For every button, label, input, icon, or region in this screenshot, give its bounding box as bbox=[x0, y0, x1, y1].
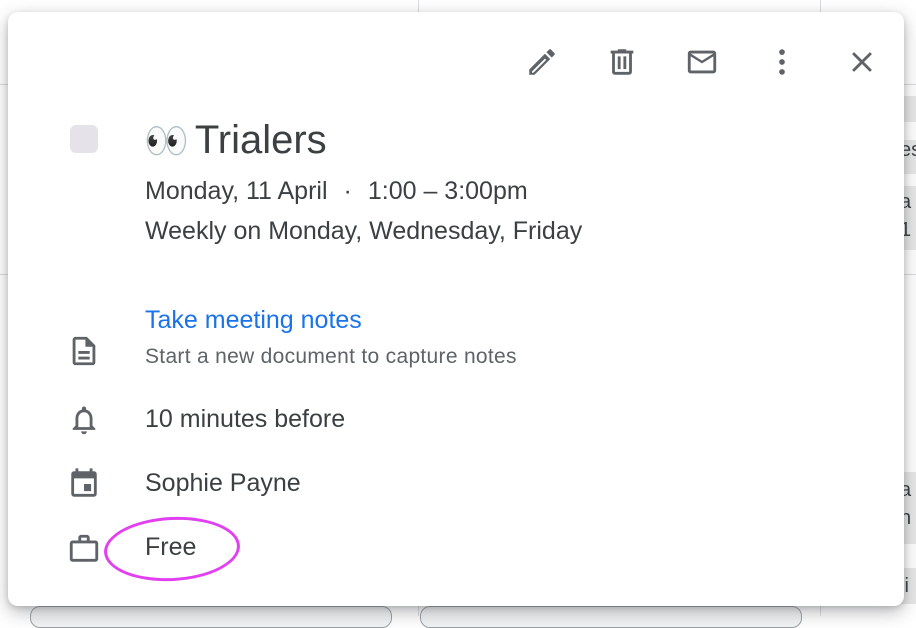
popup-toolbar bbox=[520, 40, 884, 84]
document-icon bbox=[72, 336, 96, 366]
close-icon bbox=[852, 52, 872, 72]
eyes-emoji: 👀 bbox=[144, 120, 189, 161]
reminder-row-icon bbox=[64, 400, 104, 440]
event-recurrence: Weekly on Monday, Wednesday, Friday bbox=[145, 217, 583, 245]
briefcase-icon bbox=[69, 534, 99, 562]
close-button[interactable] bbox=[840, 40, 884, 84]
take-meeting-notes-link[interactable]: Take meeting notes bbox=[145, 304, 362, 336]
event-date-time: Monday, 11 April · 1:00 – 3:00pm bbox=[145, 175, 528, 207]
event-title-text: Trialers bbox=[194, 118, 327, 162]
background-event[interactable] bbox=[30, 606, 392, 628]
availability-row-icon bbox=[64, 529, 104, 569]
annotation-highlight-circle bbox=[102, 513, 242, 585]
date-time-separator: · bbox=[343, 177, 352, 205]
calendar-row-icon bbox=[64, 464, 104, 504]
mail-icon bbox=[687, 50, 717, 74]
organizer-name: Sophie Payne bbox=[145, 469, 301, 497]
delete-event-button[interactable] bbox=[600, 40, 644, 84]
event-color-chip bbox=[70, 125, 98, 153]
event-date: Monday, 11 April bbox=[145, 177, 328, 205]
reminder-text: 10 minutes before bbox=[145, 405, 346, 433]
event-time: 1:00 – 3:00pm bbox=[367, 177, 528, 205]
trash-icon bbox=[610, 49, 634, 75]
background-event[interactable] bbox=[420, 606, 802, 628]
notes-subtitle: Start a new document to capture notes bbox=[145, 345, 517, 368]
edit-event-button[interactable] bbox=[520, 40, 564, 84]
event-title: 👀 Trialers bbox=[144, 116, 327, 165]
more-options-button[interactable] bbox=[760, 40, 804, 84]
calendar-icon bbox=[71, 468, 97, 497]
event-details-popup: 👀 Trialers Monday, 11 April · 1:00 – 3:00pm… bbox=[8, 12, 904, 606]
notes-row-icon bbox=[64, 331, 104, 371]
bell-icon bbox=[72, 406, 96, 435]
pencil-icon bbox=[529, 49, 555, 75]
more-vert-icon bbox=[779, 49, 785, 75]
email-guests-button[interactable] bbox=[680, 40, 724, 84]
